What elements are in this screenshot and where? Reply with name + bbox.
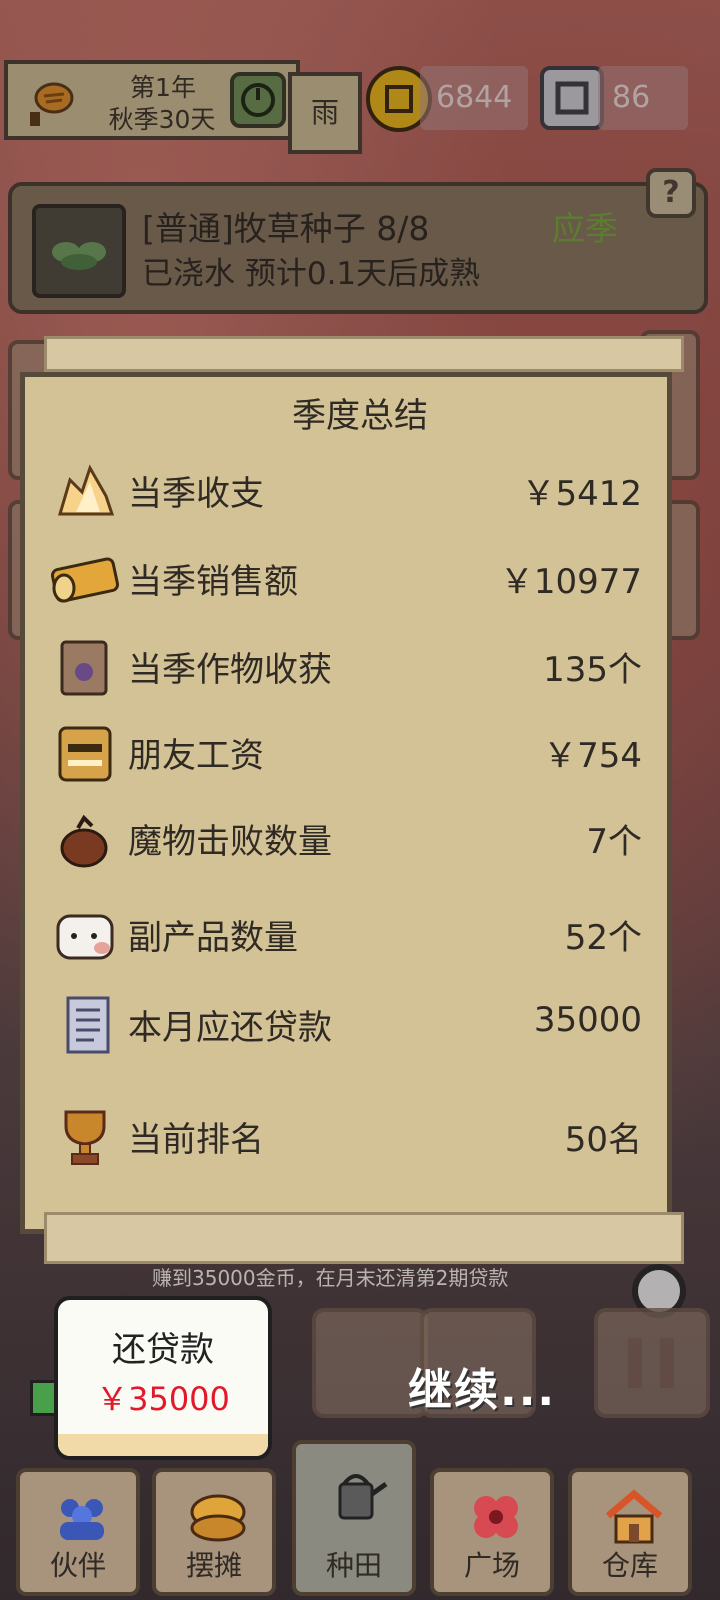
- nav-label: 仓库: [601, 1549, 658, 1582]
- nav-partners[interactable]: 伙伴: [16, 1468, 140, 1596]
- row-label: 副产品数量: [128, 918, 298, 958]
- row-value: 50名: [564, 1120, 642, 1160]
- row-value: 35000: [533, 1000, 642, 1040]
- seed-bag-icon: [60, 640, 108, 696]
- watering-can-icon: [338, 1474, 388, 1520]
- loot-bag-icon: [60, 814, 108, 868]
- row-label: 本月应还贷款: [128, 1008, 332, 1048]
- flower-icon: [474, 1496, 518, 1538]
- nav-warehouse[interactable]: 仓库: [568, 1468, 692, 1596]
- nav-label: 种田: [325, 1549, 382, 1582]
- repay-amount: ￥35000: [96, 1380, 230, 1418]
- row-value: ￥754: [543, 736, 642, 776]
- row-value: ￥10977: [499, 562, 642, 602]
- sheep-icon: [56, 914, 114, 960]
- row-label: 魔物击败数量: [128, 822, 332, 862]
- repay-loan-button[interactable]: 还贷款 ￥35000: [54, 1296, 272, 1460]
- summary-row: 本月应还贷款 35000: [50, 990, 642, 1060]
- summary-row: 副产品数量 52个: [50, 900, 642, 970]
- stall-icon: [190, 1494, 246, 1542]
- row-value: 135个: [543, 650, 642, 690]
- row-label: 当前排名: [128, 1120, 264, 1160]
- people-icon: [60, 1499, 104, 1540]
- row-value: ￥5412: [521, 474, 642, 514]
- nav-label: 摆摊: [185, 1549, 242, 1582]
- friend-icon: [58, 726, 112, 782]
- dialog-title: 季度总结: [292, 396, 428, 436]
- repay-label: 还贷款: [112, 1330, 214, 1370]
- continue-prompt[interactable]: 继续...: [408, 1354, 556, 1418]
- nav-label: 广场: [463, 1549, 520, 1582]
- row-label: 当季作物收获: [128, 650, 332, 690]
- row-value: 7个: [586, 822, 642, 862]
- summary-row: 朋友工资 ￥754: [50, 718, 642, 788]
- scroll-roll-top: [44, 336, 684, 372]
- summary-row: 当季销售额 ￥10977: [50, 544, 642, 614]
- bread-icon: [50, 557, 120, 603]
- row-value: 52个: [564, 918, 642, 958]
- nav-stall[interactable]: 摆摊: [152, 1468, 276, 1596]
- row-label: 当季销售额: [128, 562, 298, 602]
- crystal-icon: [57, 464, 115, 516]
- house-icon: [605, 1489, 663, 1544]
- trophy-icon: [64, 1110, 106, 1165]
- summary-row: 当季作物收获 135个: [50, 632, 642, 702]
- row-label: 当季收支: [128, 474, 264, 514]
- summary-row: 当前排名 50名: [50, 1102, 642, 1172]
- summary-row: 魔物击败数量 7个: [50, 804, 642, 874]
- nav-plaza[interactable]: 广场: [430, 1468, 554, 1596]
- document-icon: [66, 996, 110, 1054]
- nav-farming[interactable]: 种田: [292, 1440, 416, 1596]
- scroll-roll-bottom: [44, 1212, 684, 1264]
- row-label: 朋友工资: [128, 736, 264, 776]
- summary-row: 当季收支 ￥5412: [50, 456, 642, 526]
- nav-label: 伙伴: [49, 1549, 106, 1582]
